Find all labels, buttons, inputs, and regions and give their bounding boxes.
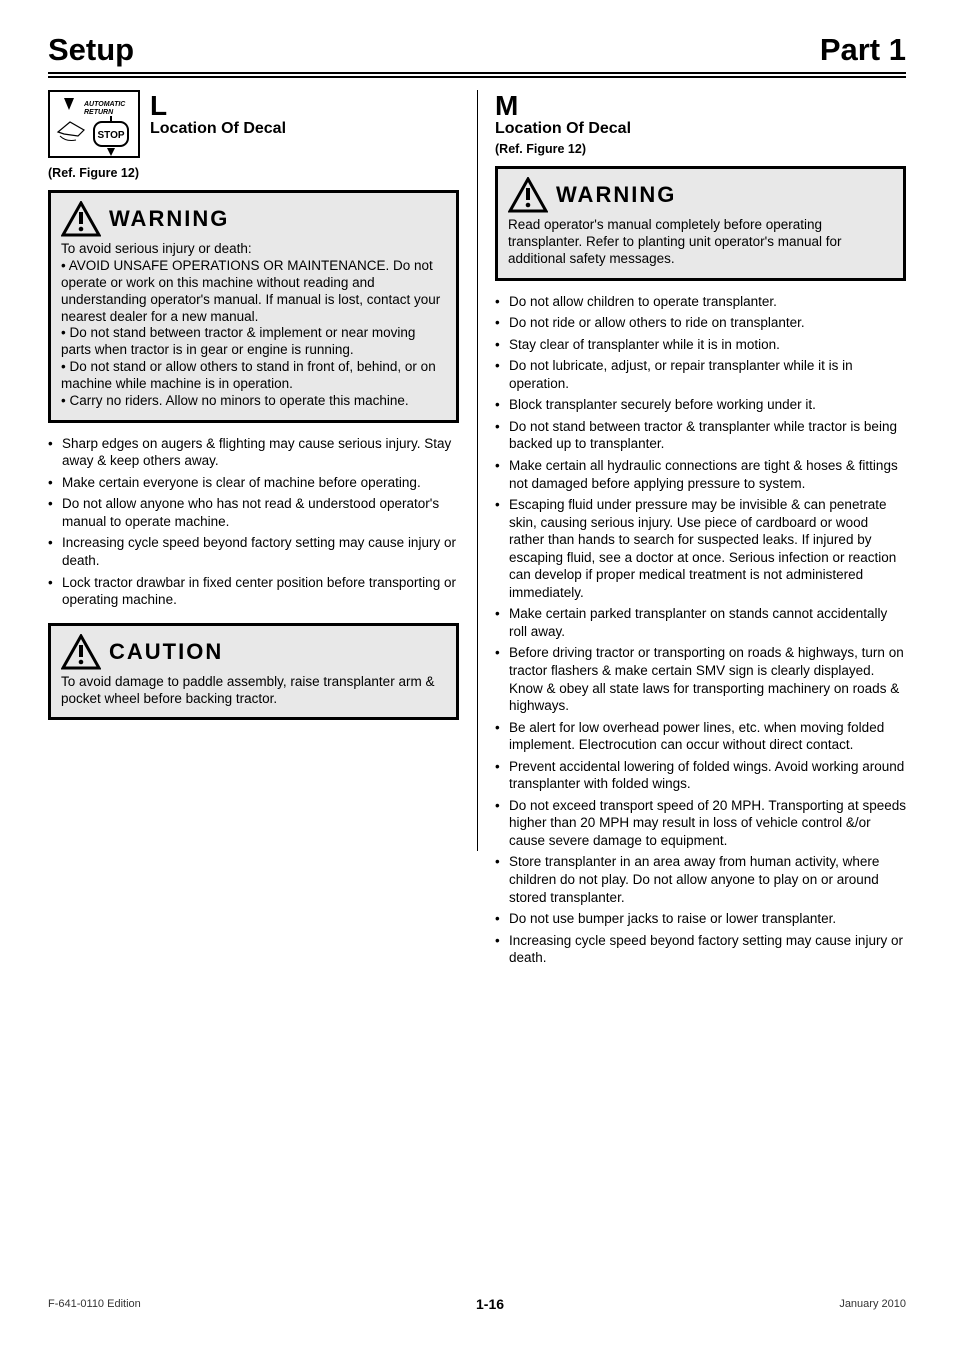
figure-ref-left: (Ref. Figure 12)	[48, 166, 459, 180]
warning-title-right: WARNING	[556, 182, 676, 208]
bullet-item: Do not exceed transport speed of 20 MPH.…	[495, 797, 906, 850]
caution-box-left: CAUTION To avoid damage to paddle assemb…	[48, 623, 459, 721]
bullet-item: Lock tractor drawbar in fixed center pos…	[48, 574, 459, 609]
header-left: Setup	[48, 32, 134, 68]
bullet-item: Be alert for low overhead power lines, e…	[495, 719, 906, 754]
bullet-item: Before driving tractor or transporting o…	[495, 644, 906, 714]
right-column: M Location Of Decal (Ref. Figure 12) WAR…	[477, 90, 906, 981]
bullet-item: Escaping fluid under pressure may be inv…	[495, 496, 906, 601]
warning-box-left-1: WARNING To avoid serious injury or death…	[48, 190, 459, 423]
warning-box-right: WARNING Read operator's manual completel…	[495, 166, 906, 281]
figure-ref-right: (Ref. Figure 12)	[495, 142, 906, 156]
warning-body: To avoid serious injury or death: • AVOI…	[61, 241, 446, 410]
column-divider	[477, 90, 478, 851]
section-letter-right: M	[495, 90, 631, 122]
bullet-item: Make certain all hydraulic connections a…	[495, 457, 906, 492]
decal-illustration-left: AUTOMATIC RETURN STOP	[48, 90, 140, 158]
header-right: Part 1	[820, 32, 906, 68]
bullet-item: Prevent accidental lowering of folded wi…	[495, 758, 906, 793]
caution-title: CAUTION	[109, 639, 223, 665]
warning-icon	[61, 201, 101, 237]
bullet-item: Do not lubricate, adjust, or repair tran…	[495, 357, 906, 392]
page-header: Setup Part 1	[48, 32, 906, 74]
bullet-item: Store transplanter in an area away from …	[495, 853, 906, 906]
right-bullets: Do not allow children to operate transpl…	[495, 293, 906, 967]
bullet-item: Make certain everyone is clear of machin…	[48, 474, 459, 492]
bullet-item: Make certain parked transplanter on stan…	[495, 605, 906, 640]
section-sub-right: Location Of Decal	[495, 120, 631, 138]
bullet-item: Stay clear of transplanter while it is i…	[495, 336, 906, 354]
bullet-item: Sharp edges on augers & flighting may ca…	[48, 435, 459, 470]
left-bullets: Sharp edges on augers & flighting may ca…	[48, 435, 459, 609]
bullet-item: Increasing cycle speed beyond factory se…	[495, 932, 906, 967]
bullet-item: Do not stand between tractor & transplan…	[495, 418, 906, 453]
bullet-item: Increasing cycle speed beyond factory se…	[48, 534, 459, 569]
section-sub-left: Location Of Decal	[150, 120, 286, 138]
bullet-item: Do not allow children to operate transpl…	[495, 293, 906, 311]
footer-code: F-641-0110 Edition	[48, 1298, 141, 1310]
svg-text:RETURN: RETURN	[84, 109, 114, 116]
left-column: AUTOMATIC RETURN STOP L Location Of Deca…	[48, 90, 477, 981]
warning-icon	[61, 634, 101, 670]
svg-text:STOP: STOP	[97, 130, 124, 141]
bullet-item: Do not use bumper jacks to raise or lowe…	[495, 910, 906, 928]
footer-date: January 2010	[839, 1298, 906, 1310]
svg-text:AUTOMATIC: AUTOMATIC	[83, 101, 126, 108]
warning-body-right: Read operator's manual completely before…	[508, 217, 893, 268]
warning-title: WARNING	[109, 206, 229, 232]
bullet-item: Do not allow anyone who has not read & u…	[48, 495, 459, 530]
bullet-item: Do not ride or allow others to ride on t…	[495, 314, 906, 332]
caution-body: To avoid damage to paddle assembly, rais…	[61, 674, 446, 708]
section-letter-left: L	[150, 90, 286, 122]
page-footer: F-641-0110 Edition 1-16 January 2010	[48, 1296, 906, 1312]
warning-icon	[508, 177, 548, 213]
bullet-item: Block transplanter securely before worki…	[495, 396, 906, 414]
page-number: 1-16	[476, 1296, 504, 1312]
header-rule-secondary	[48, 76, 906, 78]
